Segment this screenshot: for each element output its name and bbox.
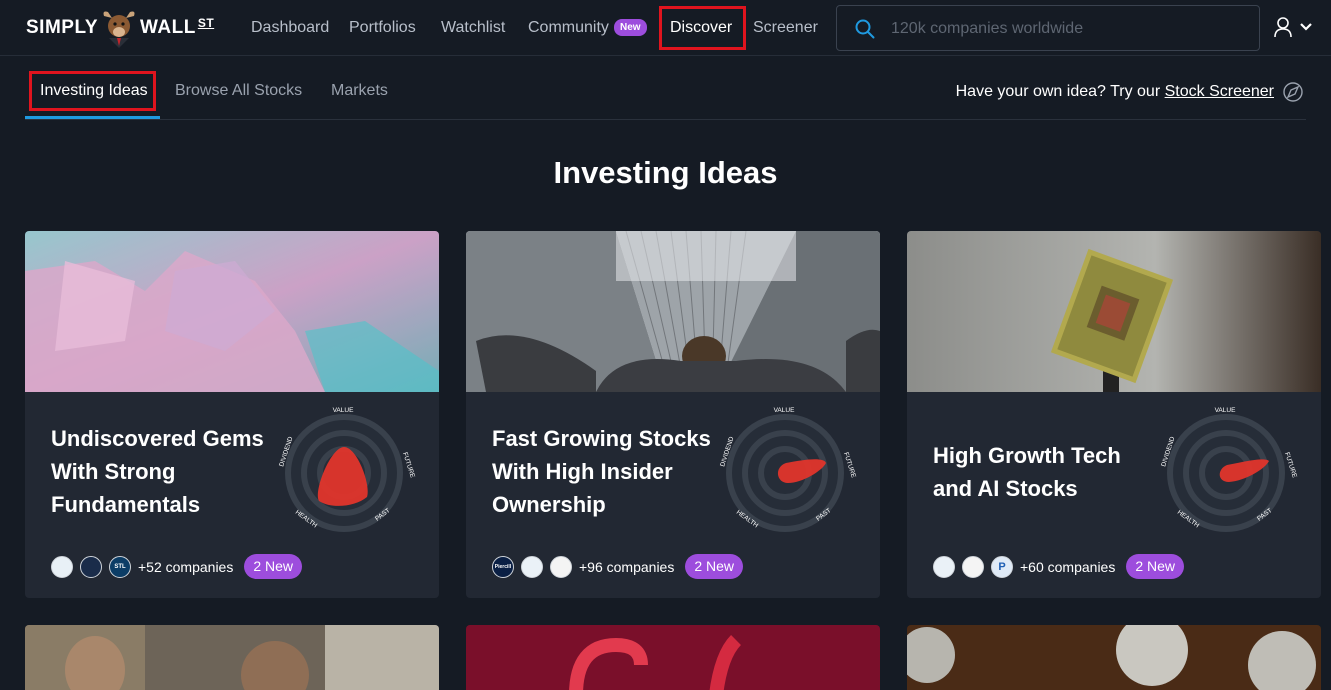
bull-logo-icon xyxy=(103,11,135,48)
card-title: High Growth Tech and AI Stocks xyxy=(933,443,1121,501)
active-tab-underline xyxy=(25,116,160,119)
search-input[interactable]: 120k companies worldwide xyxy=(891,20,1083,38)
card-image-neon xyxy=(466,625,880,690)
logo-text-left: SIMPLY xyxy=(26,17,98,38)
companies-count: +96 companies xyxy=(579,558,675,575)
company-logos-row: Piercill +96 companies 2 New xyxy=(492,554,744,579)
new-badge: 2 New xyxy=(244,554,303,579)
company-logo[interactable] xyxy=(80,555,102,578)
idea-card-undiscovered-gems[interactable]: Undiscovered Gems With Strong Fundamenta… xyxy=(25,231,439,598)
axis-value-label: VALUE xyxy=(1215,407,1236,414)
nav-screener[interactable]: Screener xyxy=(753,18,818,38)
logo-text-suffix: ST xyxy=(197,16,215,30)
axis-future-label: FUTURE xyxy=(842,451,857,479)
card-image-chip xyxy=(907,231,1321,392)
axis-value-label: VALUE xyxy=(333,407,354,414)
compass-icon[interactable] xyxy=(1282,81,1304,103)
companies-count: +60 companies xyxy=(1020,558,1116,575)
search-box[interactable]: 120k companies worldwide xyxy=(836,5,1260,51)
nav-dashboard[interactable]: Dashboard xyxy=(251,18,329,38)
axis-value-label: VALUE xyxy=(774,407,795,414)
company-logo[interactable] xyxy=(51,555,73,578)
company-logo[interactable] xyxy=(933,555,955,578)
company-logo[interactable]: P xyxy=(991,555,1013,578)
axis-future-label: FUTURE xyxy=(1283,451,1298,479)
promo-text: Have your own idea? Try our xyxy=(955,83,1165,100)
axis-future-label: FUTURE xyxy=(401,451,416,479)
idea-card-partial[interactable] xyxy=(907,625,1321,690)
company-logos-row: STL +52 companies 2 New xyxy=(51,554,303,579)
company-logo[interactable]: Piercill xyxy=(492,555,514,578)
discover-highlight-box xyxy=(659,6,746,50)
company-logo[interactable] xyxy=(962,555,984,578)
new-badge: 2 New xyxy=(685,554,744,579)
nav-portfolios[interactable]: Portfolios xyxy=(349,18,416,38)
company-logo[interactable] xyxy=(521,555,543,578)
snowflake-chart: VALUE FUTURE PAST HEALTH DIVIDEND xyxy=(1160,407,1298,532)
investing-ideas-highlight-box xyxy=(29,71,156,111)
card-title: Fast Growing Stocks With High Insider Ow… xyxy=(492,426,711,517)
idea-card-high-growth-tech[interactable]: High Growth Tech and AI Stocks VALUE FUT… xyxy=(907,231,1321,598)
new-badge: 2 New xyxy=(1126,554,1185,579)
page-title: Investing Ideas xyxy=(553,155,778,190)
simply-wall-st-logo[interactable]: SIMPLY WALL ST xyxy=(26,8,214,48)
stock-screener-link[interactable]: Stock Screener xyxy=(1165,83,1274,100)
company-logo[interactable]: STL xyxy=(109,555,131,578)
search-icon xyxy=(855,19,875,39)
tab-browse-all-stocks[interactable]: Browse All Stocks xyxy=(175,82,302,100)
idea-card-partial[interactable] xyxy=(466,625,880,690)
tab-markets[interactable]: Markets xyxy=(331,82,388,100)
card-image-skyscraper xyxy=(466,231,880,392)
snowflake-chart: VALUE FUTURE PAST HEALTH DIVIDEND xyxy=(278,407,416,532)
company-logos-row: P +60 companies 2 New xyxy=(933,554,1185,579)
card-image-people xyxy=(25,625,439,690)
idea-card-fast-growing[interactable]: Fast Growing Stocks With High Insider Ow… xyxy=(466,231,880,598)
user-icon[interactable] xyxy=(1273,16,1293,38)
card-image-coins xyxy=(907,625,1321,690)
idea-card-partial[interactable] xyxy=(25,625,439,690)
sub-navigation: Investing Ideas Browse All Stocks Market… xyxy=(25,64,1306,120)
companies-count: +52 companies xyxy=(138,558,234,575)
top-navigation: SIMPLY WALL ST Dashboard Portfolios Watc… xyxy=(0,0,1331,56)
card-image-crystals xyxy=(25,231,439,392)
community-new-badge: New xyxy=(614,19,647,36)
logo-text-right: WALL xyxy=(140,17,196,38)
card-title: Undiscovered Gems With Strong Fundamenta… xyxy=(51,426,264,517)
nav-watchlist[interactable]: Watchlist xyxy=(441,18,505,38)
chevron-down-icon[interactable] xyxy=(1299,22,1313,32)
nav-community[interactable]: Community xyxy=(528,18,609,38)
screener-promo: Have your own idea? Try our Stock Screen… xyxy=(956,83,1274,101)
snowflake-chart: VALUE FUTURE PAST HEALTH DIVIDEND xyxy=(719,407,857,532)
company-logo[interactable] xyxy=(550,555,572,578)
